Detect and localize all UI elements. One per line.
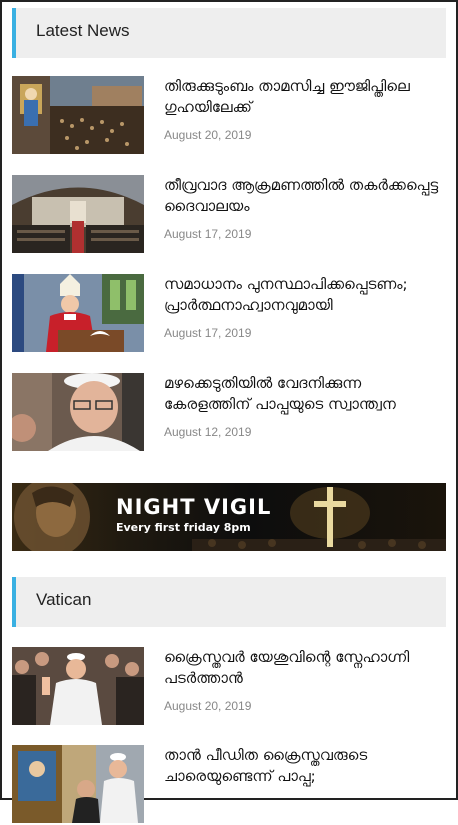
news-item[interactable]: താൻ പീഡിത ക്രൈസ്തവരുടെ ചാരെയുണ്ടെന്ന് പാ… — [12, 745, 446, 825]
latest-news-header: Latest News — [12, 8, 446, 58]
night-vigil-banner[interactable]: NIGHT VIGIL Every first friday 8pm — [12, 483, 446, 551]
news-thumbnail[interactable] — [12, 373, 144, 451]
news-title[interactable]: തീവ്രവാദ ആക്രമണത്തിൽ തകർക്കപ്പെട്ട ദൈവാല… — [164, 175, 446, 217]
news-title[interactable]: സമാധാനം പുനസ്ഥാപിക്കപ്പെടണം; പ്രാർത്ഥനാഹ… — [164, 274, 446, 316]
news-thumbnail[interactable] — [12, 647, 144, 725]
news-date: August 17, 2019 — [164, 227, 252, 241]
news-title[interactable]: താൻ പീഡിത ക്രൈസ്തവരുടെ ചാരെയുണ്ടെന്ന് പാ… — [164, 745, 446, 787]
latest-news-heading: Latest News — [36, 21, 130, 40]
news-date: August 12, 2019 — [164, 425, 252, 439]
news-item[interactable]: സമാധാനം പുനസ്ഥാപിക്കപ്പെടണം; പ്രാർത്ഥനാഹ… — [12, 274, 446, 354]
banner-subtitle: Every first friday 8pm — [116, 521, 251, 534]
news-date: August 20, 2019 — [164, 699, 252, 713]
cross-icon — [314, 487, 346, 547]
news-date: August 17, 2019 — [164, 326, 252, 340]
news-thumbnail[interactable] — [12, 274, 144, 352]
news-date: August 20, 2019 — [164, 128, 252, 142]
news-thumbnail[interactable] — [12, 76, 144, 154]
news-thumbnail[interactable] — [12, 175, 144, 253]
news-title[interactable]: മഴക്കെടുതിയിൽ വേദനിക്കുന്ന കേരളത്തിന് പാ… — [164, 373, 446, 415]
vatican-heading: Vatican — [36, 590, 92, 609]
news-item[interactable]: മഴക്കെടുതിയിൽ വേദനിക്കുന്ന കേരളത്തിന് പാ… — [12, 373, 446, 453]
news-item[interactable]: തീവ്രവാദ ആക്രമണത്തിൽ തകർക്കപ്പെട്ട ദൈവാല… — [12, 175, 446, 255]
news-item[interactable]: തിരുക്കുടുംബം താമസിച്ച ഈജിപ്തിലെ ഗുഹയിലേ… — [12, 76, 446, 156]
news-thumbnail[interactable] — [12, 745, 144, 823]
banner-title: NIGHT VIGIL — [116, 495, 272, 519]
news-item[interactable]: ക്രൈസ്തവർ യേശുവിന്റെ സ്നേഹാഗ്നി പടർത്താൻ… — [12, 647, 446, 727]
news-title[interactable]: തിരുക്കുടുംബം താമസിച്ച ഈജിപ്തിലെ ഗുഹയിലേ… — [164, 76, 446, 118]
news-title[interactable]: ക്രൈസ്തവർ യേശുവിന്റെ സ്നേഹാഗ്നി പടർത്താൻ — [164, 647, 446, 689]
vatican-header: Vatican — [12, 577, 446, 627]
